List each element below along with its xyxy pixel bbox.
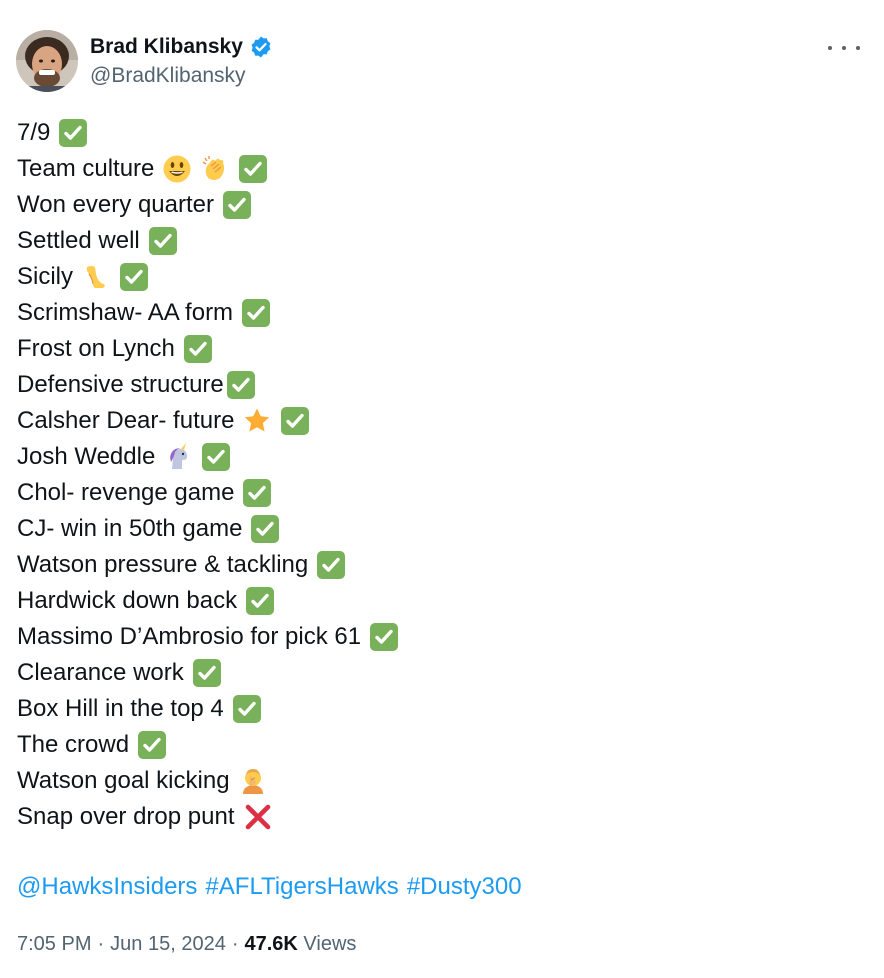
tweet-line-text: Massimo D’Ambrosio for pick 61 <box>17 623 362 650</box>
tweet-line: Clearance work <box>17 655 868 691</box>
separator-dot: · <box>231 933 239 955</box>
tweet-time: 7:05 PM <box>17 933 92 955</box>
tweet-line: Josh Weddle <box>17 439 868 475</box>
clap-emoji-icon <box>200 154 230 184</box>
tweet-line-text: Chol- revenge game <box>17 479 235 506</box>
tweet-line: The crowd <box>17 727 868 763</box>
separator-dot: · <box>97 933 105 955</box>
tweet-line: Frost on Lynch <box>17 331 868 367</box>
tweet-line-text: Watson pressure & tackling <box>17 551 309 578</box>
author-names: Brad Klibansky @BradKlibansky <box>90 34 273 90</box>
facepalm-emoji-icon <box>238 766 268 796</box>
tweet-text: 7/9 Team culture Won every quarter Settled … <box>17 115 868 835</box>
mention-link[interactable]: @HawksInsiders <box>17 873 197 900</box>
tweet-line: Box Hill in the top 4 <box>17 691 868 727</box>
tweet-line-text: Snap over drop punt <box>17 803 235 830</box>
tweet-line-text: Sicily <box>17 263 74 290</box>
tweet-line: Sicily <box>17 259 868 295</box>
tweet-meta: 7:05 PM · Jun 15, 2024 · 47.6K Views <box>17 928 356 960</box>
check-emoji-icon <box>222 190 252 220</box>
cross-emoji-icon <box>243 802 273 832</box>
timestamp-link[interactable]: 7:05 PM · Jun 15, 2024 <box>17 933 226 955</box>
avatar[interactable] <box>16 30 78 92</box>
hashtag-link[interactable]: #AFLTigersHawks <box>205 873 398 900</box>
author-handle[interactable]: @BradKlibansky <box>90 62 273 90</box>
smiley-emoji-icon <box>162 154 192 184</box>
tweet-line-text: Settled well <box>17 227 140 254</box>
tweet: Brad Klibansky @BradKlibansky 7/9 Team cu… <box>0 0 884 978</box>
tweet-line: Hardwick down back <box>17 583 868 619</box>
tweet-line-text: CJ- win in 50th game <box>17 515 243 542</box>
tweet-line-text: Team culture <box>17 155 155 182</box>
tweet-line-text: Watson goal kicking <box>17 767 230 794</box>
check-emoji-icon <box>119 262 149 292</box>
tweet-header: Brad Klibansky @BradKlibansky <box>16 30 868 94</box>
tweet-line: Calsher Dear- future <box>17 403 868 439</box>
more-dot <box>842 46 846 50</box>
check-emoji-icon <box>232 694 262 724</box>
more-dot <box>828 46 832 50</box>
check-emoji-icon <box>245 586 275 616</box>
tweet-line: Team culture <box>17 151 868 187</box>
check-emoji-icon <box>316 550 346 580</box>
tweet-line-text: Defensive structure <box>17 371 224 398</box>
tweet-line-text: Clearance work <box>17 659 184 686</box>
tweet-line-text: Scrimshaw- AA form <box>17 299 234 326</box>
hashtag-link[interactable]: #Dusty300 <box>407 873 522 900</box>
author-display-name[interactable]: Brad Klibansky <box>90 34 243 60</box>
tweet-links: @HawksInsiders #AFLTigersHawks #Dusty300 <box>17 869 530 905</box>
tweet-line: 7/9 <box>17 115 868 151</box>
check-emoji-icon <box>226 370 256 400</box>
tweet-line-text: Hardwick down back <box>17 587 238 614</box>
tweet-line: Watson goal kicking <box>17 763 868 799</box>
views-label: Views <box>303 933 357 955</box>
tweet-line-text: Frost on Lynch <box>17 335 175 362</box>
tweet-line-text: Box Hill in the top 4 <box>17 695 224 722</box>
tweet-line: Won every quarter <box>17 187 868 223</box>
check-emoji-icon <box>250 514 280 544</box>
tweet-line-text: Calsher Dear- future <box>17 407 235 434</box>
tweet-line-text: 7/9 <box>17 119 51 146</box>
tweet-line-text: Josh Weddle <box>17 443 156 470</box>
check-emoji-icon <box>241 298 271 328</box>
check-emoji-icon <box>183 334 213 364</box>
check-emoji-icon <box>238 154 268 184</box>
leg-emoji-icon <box>81 262 111 292</box>
tweet-date: Jun 15, 2024 <box>110 933 226 955</box>
more-options-icon[interactable] <box>828 38 860 58</box>
check-emoji-icon <box>369 622 399 652</box>
verified-badge-icon[interactable] <box>249 35 273 59</box>
check-emoji-icon <box>280 406 310 436</box>
tweet-line: Scrimshaw- AA form <box>17 295 868 331</box>
check-emoji-icon <box>58 118 88 148</box>
check-emoji-icon <box>148 226 178 256</box>
check-emoji-icon <box>192 658 222 688</box>
check-emoji-icon <box>137 730 167 760</box>
tweet-line: Watson pressure & tackling <box>17 547 868 583</box>
tweet-line: Settled well <box>17 223 868 259</box>
tweet-line: Defensive structure <box>17 367 868 403</box>
tweet-line: Chol- revenge game <box>17 475 868 511</box>
check-emoji-icon <box>201 442 231 472</box>
star-emoji-icon <box>242 406 272 436</box>
tweet-line-text: Won every quarter <box>17 191 214 218</box>
tweet-line: CJ- win in 50th game <box>17 511 868 547</box>
unicorn-emoji-icon <box>163 442 193 472</box>
check-emoji-icon <box>242 478 272 508</box>
tweet-line: Snap over drop punt <box>17 799 868 835</box>
tweet-line-text: The crowd <box>17 731 130 758</box>
more-dot <box>856 46 860 50</box>
views-count: 47.6K <box>244 933 298 955</box>
tweet-line: Massimo D’Ambrosio for pick 61 <box>17 619 868 655</box>
